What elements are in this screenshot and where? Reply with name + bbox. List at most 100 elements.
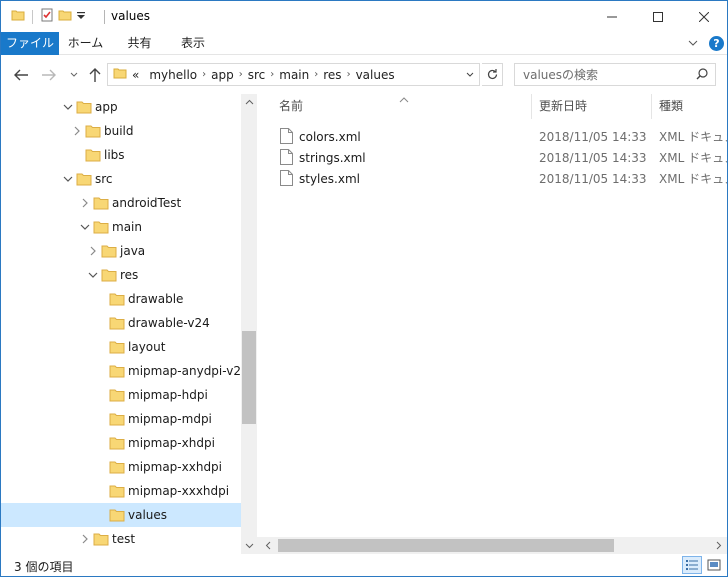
- window-title: values: [111, 9, 151, 23]
- tree-item-label: values: [128, 508, 168, 522]
- list-horizontal-scrollbar[interactable]: [257, 537, 727, 554]
- chevron-down-icon[interactable]: [79, 221, 91, 233]
- tree-item-mipmap-hdpi[interactable]: mipmap-hdpi: [1, 383, 241, 407]
- forward-button[interactable]: [39, 65, 59, 85]
- chevron-right-icon[interactable]: [79, 533, 91, 545]
- search-icon[interactable]: [695, 67, 709, 84]
- breadcrumb-src[interactable]: src: [243, 68, 271, 82]
- breadcrumb-values[interactable]: values: [351, 68, 400, 82]
- scroll-up-icon[interactable]: [241, 94, 257, 110]
- recent-locations-button[interactable]: [64, 65, 84, 85]
- file-row[interactable]: strings.xml 2018/11/05 14:33 XML ドキュメント: [275, 147, 727, 168]
- ribbon-tabs: ファイル ホーム 共有 表示 ?: [1, 32, 727, 55]
- tree-item-mipmap-xhdpi[interactable]: mipmap-xhdpi: [1, 431, 241, 455]
- folder-icon: [109, 339, 125, 358]
- breadcrumb-main[interactable]: main: [274, 68, 314, 82]
- address-dropdown-button[interactable]: [459, 63, 480, 86]
- scroll-left-icon[interactable]: [259, 537, 276, 554]
- minimize-button[interactable]: [589, 1, 635, 32]
- new-folder-icon[interactable]: [58, 8, 72, 25]
- navigation-pane: app build libs src androidTest main java res dra…: [1, 94, 257, 554]
- folder-icon: [101, 243, 117, 262]
- column-divider[interactable]: [651, 94, 652, 119]
- maximize-button[interactable]: [635, 1, 681, 32]
- chevron-down-icon[interactable]: [62, 173, 74, 185]
- item-count: 3 個の項目: [14, 560, 74, 574]
- close-button[interactable]: [681, 1, 727, 32]
- tree-item-drawable-v24[interactable]: drawable-v24: [1, 311, 241, 335]
- column-header-name[interactable]: 名前: [279, 94, 531, 119]
- tree-item-mipmap-xxhdpi[interactable]: mipmap-xxhdpi: [1, 455, 241, 479]
- tree-item-label: drawable-v24: [128, 316, 210, 330]
- folder-icon: [76, 99, 92, 118]
- refresh-button[interactable]: [482, 63, 503, 86]
- tree-item-app[interactable]: app: [1, 95, 241, 119]
- tree-item-label: libs: [104, 148, 125, 162]
- tree-item-src[interactable]: src: [1, 167, 241, 191]
- file-row[interactable]: styles.xml 2018/11/05 14:33 XML ドキュメント: [275, 168, 727, 189]
- chevron-right-icon[interactable]: [71, 125, 83, 137]
- column-header-date[interactable]: 更新日時: [539, 94, 649, 119]
- folder-icon: [109, 363, 125, 382]
- breadcrumb-app[interactable]: app: [206, 68, 239, 82]
- tree-item-libs[interactable]: libs: [1, 143, 241, 167]
- file-type: XML ドキュメント: [659, 130, 727, 144]
- column-divider[interactable]: [531, 94, 532, 119]
- tree-item-mipmap-anydpi-v26[interactable]: mipmap-anydpi-v26: [1, 359, 249, 383]
- folder-icon[interactable]: [11, 8, 25, 25]
- tree-item-label: androidTest: [112, 196, 182, 210]
- tree-item-java[interactable]: java: [1, 239, 241, 263]
- chevron-right-icon[interactable]: [87, 245, 99, 257]
- tab-view[interactable]: 表示: [167, 32, 219, 55]
- tree-item-label: app: [95, 100, 118, 114]
- xml-file-icon: [280, 149, 293, 168]
- scroll-down-icon[interactable]: [241, 538, 257, 554]
- scrollbar-thumb[interactable]: [278, 539, 614, 552]
- file-type: XML ドキュメント: [659, 172, 727, 186]
- tree-item-res[interactable]: res: [1, 263, 241, 287]
- tree-item-label: mipmap-mdpi: [128, 412, 212, 426]
- search-box[interactable]: [514, 63, 716, 86]
- scroll-right-icon[interactable]: [710, 537, 727, 554]
- tree-item-values[interactable]: values: [1, 503, 241, 527]
- xml-file-icon: [280, 170, 293, 189]
- tree-item-label: mipmap-xxxhdpi: [128, 484, 230, 498]
- tab-file[interactable]: ファイル: [1, 32, 59, 55]
- scrollbar-thumb[interactable]: [242, 331, 256, 424]
- back-button[interactable]: [11, 65, 31, 85]
- file-row[interactable]: colors.xml 2018/11/05 14:33 XML ドキュメント: [275, 126, 727, 147]
- help-icon[interactable]: ?: [709, 36, 724, 51]
- tab-home[interactable]: ホーム: [59, 32, 112, 55]
- chevron-down-icon[interactable]: [62, 101, 74, 113]
- tree-item-main[interactable]: main: [1, 215, 241, 239]
- tree-item-test[interactable]: test: [1, 527, 241, 551]
- tab-share[interactable]: 共有: [112, 32, 167, 55]
- tree-item-mipmap-mdpi[interactable]: mipmap-mdpi: [1, 407, 241, 431]
- tree-item-build[interactable]: build: [1, 119, 241, 143]
- properties-icon[interactable]: [40, 8, 54, 25]
- chevron-right-icon[interactable]: [79, 197, 91, 209]
- quick-access-toolbar: [11, 8, 86, 25]
- breadcrumb-overflow[interactable]: «: [127, 68, 144, 82]
- folder-icon: [101, 267, 117, 286]
- column-header-type[interactable]: 種類: [659, 94, 727, 119]
- up-button[interactable]: [85, 65, 105, 85]
- tree-item-label: main: [112, 220, 142, 234]
- breadcrumb-res[interactable]: res: [318, 68, 346, 82]
- divider: [104, 10, 105, 24]
- expand-ribbon-icon[interactable]: [687, 37, 699, 52]
- address-bar[interactable]: « myhello › app › src › main › res › val…: [107, 63, 480, 86]
- customize-qat-icon[interactable]: [76, 8, 86, 25]
- chevron-down-icon[interactable]: [87, 269, 99, 281]
- tree-item-layout[interactable]: layout: [1, 335, 241, 359]
- details-view-button[interactable]: [682, 556, 702, 574]
- tree-item-androidTest[interactable]: androidTest: [1, 191, 241, 215]
- tree-item-label: test: [112, 532, 136, 546]
- tree-vertical-scrollbar[interactable]: [241, 94, 257, 554]
- file-date: 2018/11/05 14:33: [539, 150, 647, 165]
- search-input[interactable]: [515, 64, 685, 85]
- tree-item-mipmap-xxxhdpi[interactable]: mipmap-xxxhdpi: [1, 479, 241, 503]
- breadcrumb-myhello[interactable]: myhello: [144, 68, 202, 82]
- large-icons-view-button[interactable]: [704, 556, 724, 574]
- tree-item-drawable[interactable]: drawable: [1, 287, 241, 311]
